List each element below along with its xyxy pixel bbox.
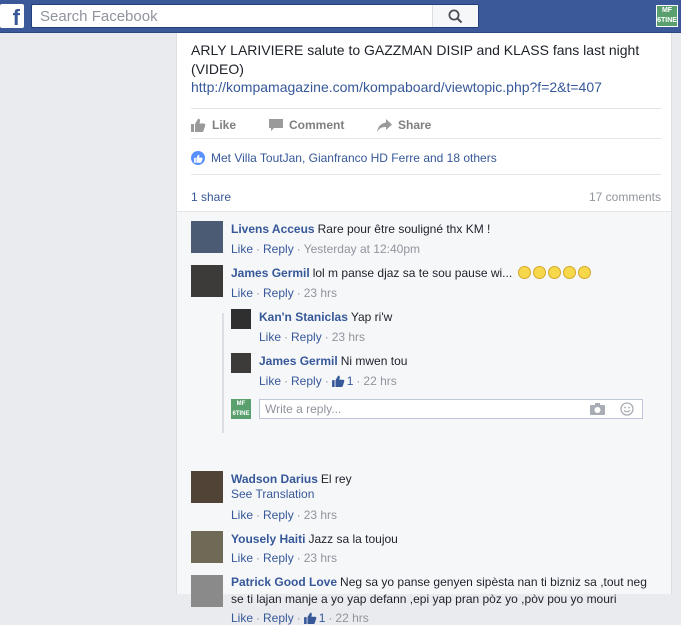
reply-thread-line — [222, 313, 224, 433]
like-button[interactable]: Like — [191, 118, 236, 132]
laughing-emoji-icon — [562, 266, 576, 279]
comment-meta: Like · Reply · 23 hrs — [231, 286, 338, 300]
avatar[interactable] — [191, 221, 223, 253]
comment: Yousely Haiti Jazz sa la toujou — [231, 531, 398, 547]
reply-input[interactable] — [260, 400, 570, 418]
comment-like-link[interactable]: Like — [231, 286, 253, 300]
comment-author[interactable]: Livens Acceus — [231, 222, 315, 236]
divider — [191, 138, 661, 139]
comment-like-count[interactable]: 1 — [303, 611, 325, 625]
laughing-emoji-icon — [517, 266, 531, 279]
avatar[interactable] — [191, 471, 223, 503]
comment-meta: Like · Reply · 1 · 22 hrs — [231, 611, 369, 625]
comment-like-link[interactable]: Like — [231, 551, 253, 565]
comment-text: Neg sa yo panse genyen sipèsta nan ti bi… — [340, 575, 647, 589]
comment-time[interactable]: Yesterday at 12:40pm — [304, 242, 420, 256]
avatar: MF 6TINE — [231, 399, 251, 419]
shares-link[interactable]: 1 share — [191, 190, 231, 204]
comment-time[interactable]: 23 hrs — [304, 551, 337, 565]
avatar[interactable] — [231, 309, 251, 329]
comment-text: lol m panse djaz sa te sou pause wi... — [312, 266, 513, 280]
avatar[interactable] — [191, 575, 223, 607]
thumbs-up-icon — [303, 612, 317, 624]
comment-like-link[interactable]: Like — [259, 374, 281, 388]
comment-author[interactable]: James Germil — [259, 354, 338, 368]
comment-reply-link[interactable]: Reply — [291, 330, 322, 344]
divider — [191, 108, 661, 109]
laughing-emoji-icon — [547, 266, 561, 279]
divider — [191, 174, 661, 175]
comment-author[interactable]: Patrick Good Love — [231, 575, 337, 589]
comment-icon — [269, 118, 283, 131]
comment: Livens Acceus Rare pour être souligné thx… — [231, 221, 490, 237]
comment-like-link[interactable]: Like — [231, 611, 253, 625]
avatar[interactable] — [231, 353, 251, 373]
comment-time[interactable]: 23 hrs — [332, 330, 365, 344]
profile-avatar[interactable]: MF 6TINE — [656, 5, 678, 27]
facebook-logo-icon[interactable]: f — [0, 4, 24, 28]
post-link[interactable]: http://kompamagazine.com/kompaboard/view… — [191, 79, 602, 95]
comment: James Germil lol m panse djaz sa te sou p… — [231, 265, 591, 281]
comment-author[interactable]: Wadson Darius — [231, 472, 318, 486]
search-input[interactable] — [32, 5, 443, 27]
search-button[interactable] — [432, 5, 478, 27]
comment-reply-link[interactable]: Reply — [291, 374, 322, 388]
comment-reply-link[interactable]: Reply — [263, 286, 294, 300]
likes-summary[interactable]: Met Villa ToutJan, Gianfranco HD Ferre a… — [191, 151, 497, 165]
comment-reply-link[interactable]: Reply — [263, 611, 294, 625]
comment-text: Rare pour être souligné thx KM ! — [317, 222, 491, 236]
reply-box — [259, 399, 643, 419]
thumbs-up-icon — [191, 118, 206, 132]
share-button[interactable]: Share — [377, 118, 431, 132]
thumbs-up-icon — [331, 375, 345, 387]
comment: Wadson Darius El rey — [231, 471, 352, 487]
reply: Kan'n Staniclas Yap ri'w — [259, 309, 392, 325]
avatar[interactable] — [191, 265, 223, 297]
comment-like-link[interactable]: Like — [231, 242, 253, 256]
emoji-icon[interactable] — [620, 402, 634, 416]
like-badge-icon — [191, 151, 205, 165]
comment-text: Ni mwen tou — [340, 354, 408, 368]
comment-like-link[interactable]: Like — [231, 508, 253, 522]
search-bar — [31, 4, 479, 28]
post-text: ARLY LARIVIERE salute to GAZZMAN DISIP a… — [191, 42, 640, 77]
search-icon — [448, 9, 463, 24]
comment-time[interactable]: 22 hrs — [363, 374, 396, 388]
share-icon — [377, 118, 392, 132]
laughing-emoji-icon — [532, 266, 546, 279]
post-card: ARLY LARIVIERE salute to GAZZMAN DISIP a… — [176, 33, 672, 625]
camera-icon[interactable] — [590, 403, 605, 415]
comment-author[interactable]: Kan'n Staniclas — [259, 310, 348, 324]
comment-text: El rey — [320, 472, 352, 486]
comment-author[interactable]: Yousely Haiti — [231, 532, 305, 546]
comment-reply-link[interactable]: Reply — [263, 551, 294, 565]
avatar[interactable] — [191, 531, 223, 563]
top-navigation-bar: f MF 6TINE — [0, 0, 681, 33]
comment-meta: Like · Reply · Yesterday at 12:40pm — [231, 242, 421, 256]
comment-text: Yap ri'w — [350, 310, 393, 324]
comment-text: Jazz sa la toujou — [308, 532, 398, 546]
comment-author[interactable]: James Germil — [231, 266, 310, 280]
comment: Patrick Good Love Neg sa yo panse genyen … — [231, 574, 647, 590]
comment-time[interactable]: 23 hrs — [304, 508, 337, 522]
comment-time[interactable]: 22 hrs — [335, 611, 368, 625]
laughing-emoji-icon — [577, 266, 591, 279]
comment-text-continued: se ti lajan manje a yo yap defann ,epi y… — [231, 592, 617, 606]
comments-count-link[interactable]: 17 comments — [589, 190, 661, 204]
comments-section: Livens Acceus Rare pour être souligné thx… — [177, 211, 671, 625]
comment-like-link[interactable]: Like — [259, 330, 281, 344]
comment-time[interactable]: 23 hrs — [304, 286, 337, 300]
divider — [177, 211, 671, 212]
comment-reply-link[interactable]: Reply — [263, 508, 294, 522]
comment-button[interactable]: Comment — [269, 118, 344, 132]
comment-meta: Like · Reply · 1 · 22 hrs — [259, 374, 397, 388]
comment-reply-link[interactable]: Reply — [263, 242, 294, 256]
see-translation-link[interactable]: See Translation — [231, 487, 314, 501]
comment-meta: Like · Reply · 23 hrs — [259, 330, 366, 344]
reply: James Germil Ni mwen tou — [259, 353, 407, 369]
comment-meta: Like · Reply · 23 hrs — [231, 508, 338, 522]
comment-like-count[interactable]: 1 — [331, 374, 353, 388]
comment-meta: Like · Reply · 23 hrs — [231, 551, 338, 565]
